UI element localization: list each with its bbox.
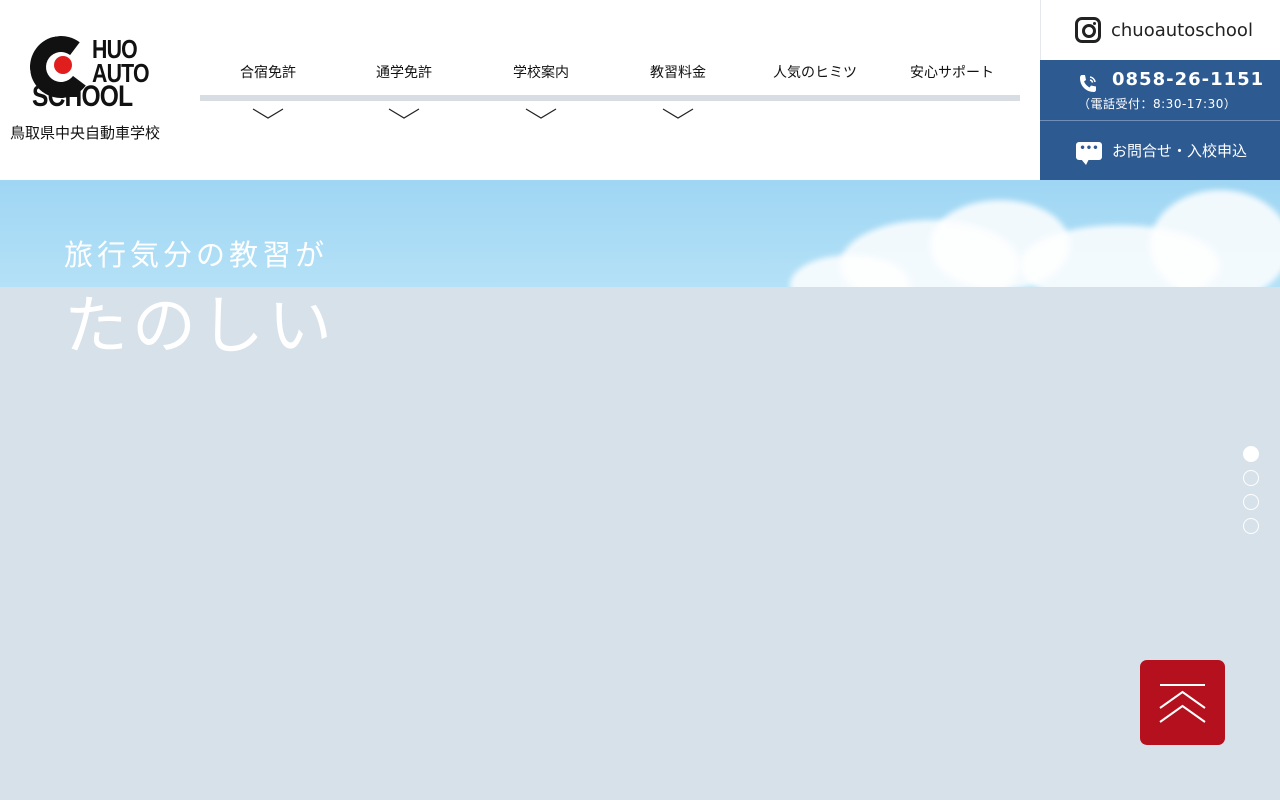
nav-item-support[interactable]: 安心サポート	[884, 60, 1020, 130]
slider-dot[interactable]	[1243, 446, 1259, 462]
slider-pagination	[1243, 446, 1259, 542]
logo-red-dot	[54, 56, 72, 74]
nav-label: 人気のヒミツ	[773, 65, 857, 81]
phone-number: 0858-26-1151	[1112, 69, 1265, 90]
chat-icon: •••	[1076, 141, 1102, 165]
instagram-icon	[1075, 17, 1101, 43]
hero-subtitle: 旅行気分の教習が	[64, 238, 329, 272]
nav-label: 通学免許	[376, 65, 432, 81]
phone-link[interactable]: 0858-26-1151 （電話受付：8:30-17:30）	[1040, 60, 1280, 120]
cloud-shape	[1150, 190, 1280, 287]
contact-label: お問合せ・入校申込	[1112, 142, 1248, 160]
school-name: 鳥取県中央自動車学校	[10, 124, 161, 142]
nav-label: 安心サポート	[910, 65, 994, 81]
chevron-down-icon	[388, 108, 420, 119]
slider-dot[interactable]	[1243, 494, 1259, 510]
site-logo[interactable]: HUO AUTO SCHOOL 鳥取県中央自動車学校	[10, 31, 185, 147]
double-chevron-up-icon	[1159, 684, 1206, 723]
nav-item-secret[interactable]: 人気のヒミツ	[747, 60, 883, 130]
chevron-down-icon	[662, 108, 694, 119]
global-nav: 合宿免許 通学免許 学校案内 教習料金 人気のヒミツ 安心サポート	[200, 0, 1020, 180]
instagram-handle: chuoautoschool	[1111, 19, 1253, 41]
instagram-link[interactable]: chuoautoschool	[1040, 0, 1280, 60]
nav-item-gasshuku[interactable]: 合宿免許	[200, 60, 336, 130]
nav-item-fees[interactable]: 教習料金	[610, 60, 746, 130]
contact-button[interactable]: ••• お問合せ・入校申込	[1040, 120, 1280, 180]
nav-item-school-guide[interactable]: 学校案内	[473, 60, 609, 130]
chevron-down-icon	[252, 108, 284, 119]
back-to-top-button[interactable]	[1140, 660, 1225, 745]
nav-label: 学校案内	[513, 65, 569, 81]
nav-item-tsugaku[interactable]: 通学免許	[336, 60, 472, 130]
site-header: HUO AUTO SCHOOL 鳥取県中央自動車学校 合宿免許 通学免許 学校案…	[0, 0, 1280, 180]
slider-dot[interactable]	[1243, 470, 1259, 486]
slider-dot[interactable]	[1243, 518, 1259, 534]
phone-hours: （電話受付：8:30-17:30）	[1078, 97, 1237, 111]
chevron-down-icon	[525, 108, 557, 119]
nav-label: 教習料金	[650, 65, 706, 81]
logo-text-line3: SCHOOL	[32, 80, 133, 113]
nav-label: 合宿免許	[240, 65, 296, 81]
hero-title: たのしい	[64, 290, 336, 364]
